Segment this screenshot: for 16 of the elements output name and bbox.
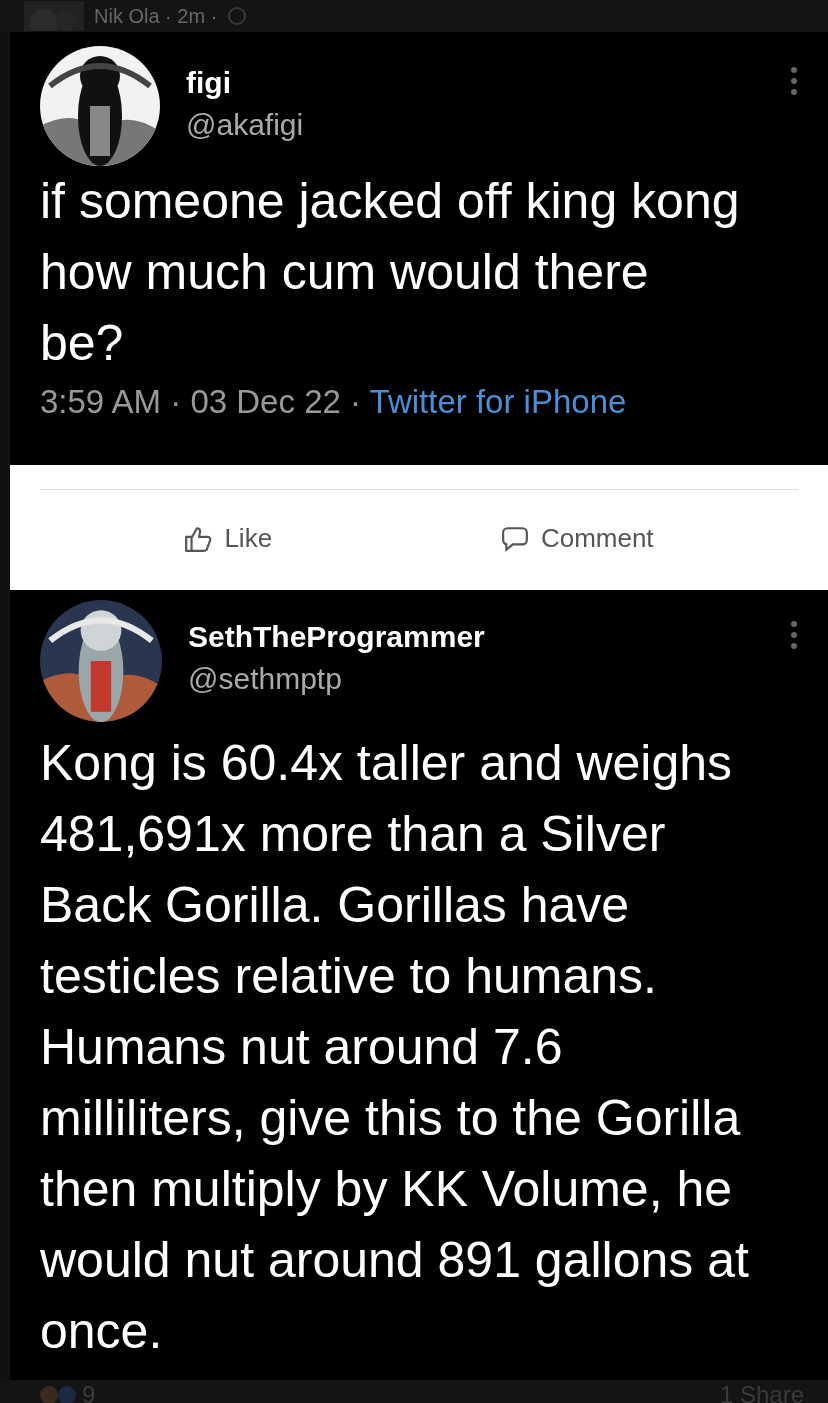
like-button[interactable]: Like (174, 517, 283, 560)
more-icon[interactable] (790, 66, 798, 96)
more-icon[interactable] (790, 620, 798, 650)
thumbs-up-icon (184, 524, 213, 553)
speech-bubble-icon (500, 524, 529, 553)
display-name: figi (186, 66, 232, 100)
tweet-text: if someone jacked off king kong how much cum would there be? (40, 172, 740, 373)
post-author-time: Nik Ola · 2m · (94, 4, 218, 28)
source-link[interactable]: Twitter for iPhone (369, 383, 627, 420)
display-name: SethTheProgrammer (188, 620, 486, 654)
comment-button[interactable]: Comment (490, 517, 664, 560)
tweet-timestamp: 3:59 AM · 03 Dec 22 · (40, 383, 362, 420)
username: @akafigi (186, 108, 305, 142)
tweet-text: Kong is 60.4x taller and weighs 481,691x more than a Silver Back Gorilla. Gorillas have testicles relative to humans. Humans nut around 7.6 milliliters, give this to the Gorilla then multiply by KK Volume, he would nut around 891 gallons at once. (40, 734, 750, 1361)
username: @sethmptp (188, 662, 343, 696)
reaction-icons (40, 1386, 76, 1403)
